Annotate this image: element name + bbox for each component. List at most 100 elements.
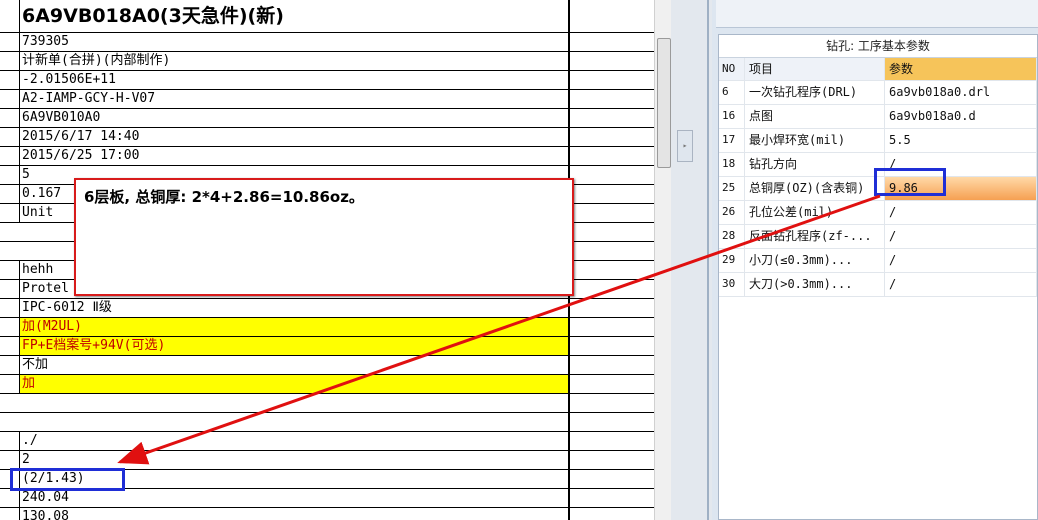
sheet-cell-right[interactable]: [569, 280, 654, 298]
sheet-cell[interactable]: ./: [19, 432, 569, 450]
sheet-cell-right[interactable]: [569, 0, 654, 32]
param-no: 18: [719, 153, 745, 176]
sheet-cell-right[interactable]: [569, 147, 654, 165]
sheet-row: 739305: [0, 33, 654, 52]
sheet-row: 6A9VB018A0(3天急件)(新): [0, 0, 654, 33]
sheet-row: FP+E档案号+94V(可选): [0, 337, 654, 356]
sheet-cell-right[interactable]: [569, 33, 654, 51]
sheet-cell-right[interactable]: [569, 489, 654, 507]
sheet-cell[interactable]: [19, 394, 569, 412]
sheet-row: 计新单(合拼)(内部制作): [0, 52, 654, 71]
sheet-cell[interactable]: 6A9VB010A0: [19, 109, 569, 127]
sheet-cell[interactable]: 加: [19, 375, 569, 393]
sheet-cell[interactable]: 计新单(合拼)(内部制作): [19, 52, 569, 70]
sheet-cell-right[interactable]: [569, 432, 654, 450]
panel-toolbar: [716, 0, 1038, 28]
sheet-cell-right[interactable]: [569, 204, 654, 222]
sheet-row: [0, 413, 654, 432]
sheet-cell[interactable]: -2.01506E+11: [19, 71, 569, 89]
param-row[interactable]: 16 点图 6a9vb018a0.d: [719, 105, 1037, 129]
param-row[interactable]: 29 小刀(≤0.3mm)... /: [719, 249, 1037, 273]
sheet-cell[interactable]: 739305: [19, 33, 569, 51]
param-no: 17: [719, 129, 745, 152]
sheet-cell-right[interactable]: [569, 185, 654, 203]
param-no: 30: [719, 273, 745, 296]
param-no: 16: [719, 105, 745, 128]
param-value: 6a9vb018a0.d: [885, 105, 1037, 128]
sheet-cell-right[interactable]: [569, 90, 654, 108]
sheet-cell-right[interactable]: [569, 299, 654, 317]
sheet-cell-right[interactable]: [569, 318, 654, 336]
sheet-cell[interactable]: 2: [19, 451, 569, 469]
vertical-scrollbar[interactable]: [654, 0, 672, 520]
sheet-cell-right[interactable]: [569, 261, 654, 279]
param-value: /: [885, 225, 1037, 248]
sheet-cell-right[interactable]: [569, 451, 654, 469]
sheet-cell[interactable]: FP+E档案号+94V(可选): [19, 337, 569, 355]
param-row[interactable]: 28 反面钻孔程序(zf-... /: [719, 225, 1037, 249]
sheet-row: 2015/6/25 17:00: [0, 147, 654, 166]
param-item: 孔位公差(mil): [745, 201, 885, 224]
sheet-cell-right[interactable]: [569, 166, 654, 184]
highlight-box-copper-value: [874, 168, 946, 196]
sheet-cell-right[interactable]: [569, 128, 654, 146]
sheet-cell-right[interactable]: [569, 375, 654, 393]
collapse-arrow-icon[interactable]: ▸: [677, 130, 693, 162]
sheet-row: ./: [0, 432, 654, 451]
header-item[interactable]: 项目: [745, 58, 885, 80]
param-item: 大刀(>0.3mm)...: [745, 273, 885, 296]
annotation-callout: 6层板, 总铜厚: 2*4+2.86=10.86oz。: [74, 178, 574, 296]
grid-header-row: NO 项目 参数: [719, 58, 1037, 81]
sheet-cell-right[interactable]: [569, 413, 654, 431]
param-item: 反面钻孔程序(zf-...: [745, 225, 885, 248]
sheet-cell[interactable]: 不加: [19, 356, 569, 374]
param-value: /: [885, 249, 1037, 272]
sheet-cell-right[interactable]: [569, 508, 654, 520]
sheet-cell-right[interactable]: [569, 356, 654, 374]
sheet-row: A2-IAMP-GCY-H-V07: [0, 90, 654, 109]
sheet-row: 加(M2UL): [0, 318, 654, 337]
sheet-row: -2.01506E+11: [0, 71, 654, 90]
sheet-cell[interactable]: 6A9VB018A0(3天急件)(新): [19, 0, 569, 32]
param-item: 点图: [745, 105, 885, 128]
header-value[interactable]: 参数: [885, 58, 1037, 80]
param-item: 钻孔方向: [745, 153, 885, 176]
param-value: 6a9vb018a0.drl: [885, 81, 1037, 104]
sheet-cell[interactable]: 2015/6/25 17:00: [19, 147, 569, 165]
param-no: 28: [719, 225, 745, 248]
param-row[interactable]: 17 最小焊环宽(mil) 5.5: [719, 129, 1037, 153]
header-no[interactable]: NO: [719, 58, 745, 80]
param-row[interactable]: 6 一次钻孔程序(DRL) 6a9vb018a0.drl: [719, 81, 1037, 105]
highlight-box-sheet-value: [10, 468, 125, 491]
param-value: 5.5: [885, 129, 1037, 152]
sheet-cell[interactable]: 2015/6/17 14:40: [19, 128, 569, 146]
param-item: 小刀(≤0.3mm)...: [745, 249, 885, 272]
sheet-cell-right[interactable]: [569, 470, 654, 488]
param-no: 26: [719, 201, 745, 224]
sheet-cell-right[interactable]: [569, 52, 654, 70]
splitter[interactable]: ▸: [671, 0, 712, 520]
splitter-line: [707, 0, 709, 520]
sheet-cell-right[interactable]: [569, 223, 654, 241]
param-row[interactable]: 30 大刀(>0.3mm)... /: [719, 273, 1037, 297]
sheet-cell-right[interactable]: [569, 242, 654, 260]
sheet-cell[interactable]: IPC-6012 Ⅱ级: [19, 299, 569, 317]
sheet-row: 130.08: [0, 508, 654, 520]
param-row[interactable]: 26 孔位公差(mil) /: [719, 201, 1037, 225]
param-no: 25: [719, 177, 745, 200]
grid-caption: 钻孔: 工序基本参数: [719, 35, 1037, 58]
sheet-cell[interactable]: [19, 413, 569, 431]
sheet-row: 不加: [0, 356, 654, 375]
scrollbar-thumb[interactable]: [657, 38, 671, 168]
sheet-cell[interactable]: 240.04: [19, 489, 569, 507]
sheet-cell-right[interactable]: [569, 394, 654, 412]
sheet-cell-right[interactable]: [569, 337, 654, 355]
param-item: 最小焊环宽(mil): [745, 129, 885, 152]
sheet-cell-right[interactable]: [569, 109, 654, 127]
sheet-cell[interactable]: 130.08: [19, 508, 569, 520]
parameter-panel: 钻孔: 工序基本参数 NO 项目 参数 6 一次钻孔程序(DRL) 6a9vb018…: [712, 0, 1038, 520]
sheet-row: 6A9VB010A0: [0, 109, 654, 128]
sheet-cell[interactable]: 加(M2UL): [19, 318, 569, 336]
sheet-cell-right[interactable]: [569, 71, 654, 89]
sheet-cell[interactable]: A2-IAMP-GCY-H-V07: [19, 90, 569, 108]
